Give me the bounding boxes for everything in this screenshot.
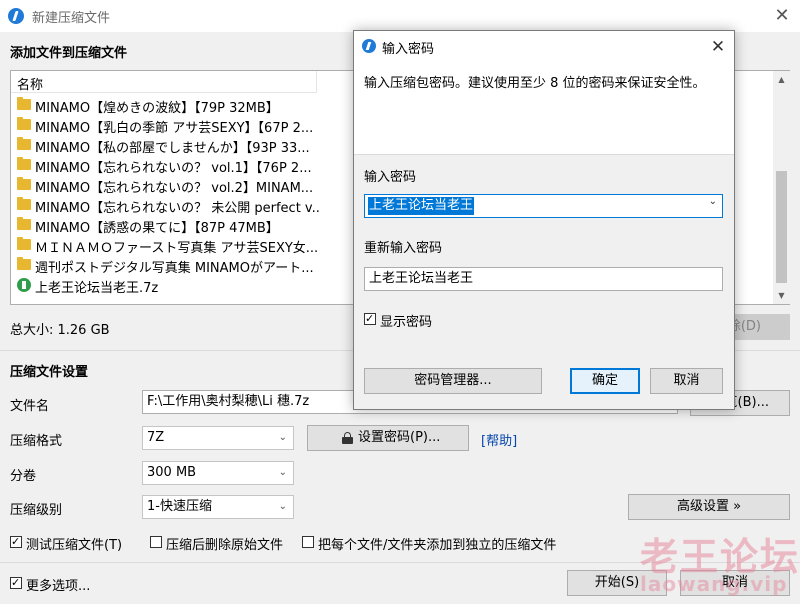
list-item[interactable]: 上老王论坛当老王.7z	[15, 275, 319, 295]
list-item[interactable]: MINAMO【忘れられないの？ 未公開 perfect v...	[15, 195, 319, 215]
ok-button[interactable]: 确定	[570, 368, 640, 394]
level-label: 压缩级别	[10, 503, 63, 518]
window-close-icon[interactable]: ✕	[770, 4, 794, 28]
password-manager-button[interactable]: 密码管理器...	[364, 368, 542, 394]
repeat-password-label: 重新输入密码	[364, 241, 443, 256]
dialog-close-icon[interactable]: ✕	[706, 35, 730, 59]
dialog-cancel-button[interactable]: 取消	[650, 368, 723, 394]
folder-icon	[17, 237, 31, 250]
list-item[interactable]: 週刊ポストデジタル写真集 MINAMOがアート...	[15, 255, 319, 275]
archive-icon	[17, 278, 31, 292]
list-item[interactable]: MINAMO【乳白の季節 アサ芸SEXY】【67P 2...	[15, 115, 319, 135]
list-item[interactable]: MINAMO【忘れられないの？ vol.2】MINAM...	[15, 175, 319, 195]
dialog-title: 输入密码	[382, 42, 435, 57]
add-files-section-title: 添加文件到压缩文件	[10, 46, 128, 61]
title-bar: 新建压缩文件 ✕	[0, 0, 800, 32]
set-password-button[interactable]: 设置密码(P)...	[307, 425, 469, 451]
folder-icon	[17, 217, 31, 230]
column-header-name[interactable]: 名称	[11, 71, 317, 93]
repeat-password-input[interactable]: 上老王论坛当老王	[364, 267, 723, 291]
scroll-down-icon[interactable]: ▼	[773, 287, 790, 304]
split-select[interactable]: 300 MB ⌄	[142, 461, 294, 485]
watermark-url: laowang.vip	[640, 572, 788, 596]
folder-icon	[17, 137, 31, 150]
advanced-settings-button[interactable]: 高级设置 »	[628, 494, 790, 520]
format-label: 压缩格式	[10, 434, 63, 449]
password-input[interactable]: 上老王论坛当老王 ⌄	[364, 194, 723, 218]
list-item[interactable]: MINAMO【誘惑の果てに】【87P 47MB】	[15, 215, 319, 235]
list-item[interactable]: MINAMO【忘れられないの？ vol.1】【76P 2...	[15, 155, 319, 175]
folder-icon	[17, 97, 31, 110]
password-label: 输入密码	[364, 170, 417, 185]
help-link[interactable]: [帮助]	[481, 430, 517, 449]
divider	[354, 154, 734, 155]
filename-label: 文件名	[10, 399, 50, 414]
folder-icon	[17, 257, 31, 270]
chevron-down-icon: ⌄	[278, 501, 287, 512]
list-item[interactable]: MINAMO【煌めきの波紋】【79P 32MB】	[15, 95, 319, 115]
password-dialog: 输入密码 ✕ 输入压缩包密码。建议使用至少 8 位的密码来保证安全性。 输入密码…	[353, 30, 735, 410]
app-logo-icon	[8, 8, 24, 24]
lock-icon	[342, 432, 353, 444]
app-logo-icon	[362, 39, 376, 53]
folder-icon	[17, 197, 31, 210]
chevron-down-icon: ⌄	[278, 432, 287, 443]
total-size: 总大小: 1.26 GB	[10, 323, 110, 338]
level-select[interactable]: 1-快速压缩 ⌄	[142, 495, 294, 519]
dialog-description: 输入压缩包密码。建议使用至少 8 位的密码来保证安全性。	[364, 76, 706, 91]
chevron-down-icon: ⌄	[278, 467, 287, 478]
list-scrollbar[interactable]: ▲ ▼	[773, 71, 790, 304]
list-item[interactable]: MINAMO【私の部屋でしませんか】【93P 33...	[15, 135, 319, 155]
window-title: 新建压缩文件	[32, 11, 111, 26]
split-label: 分卷	[10, 469, 37, 484]
dialog-description-area: 输入压缩包密码。建议使用至少 8 位的密码来保证安全性。	[354, 62, 734, 154]
format-select[interactable]: 7Z ⌄	[142, 426, 294, 450]
scroll-thumb[interactable]	[776, 171, 787, 283]
chevron-down-icon[interactable]: ⌄	[709, 196, 717, 207]
settings-section-title: 压缩文件设置	[10, 365, 89, 380]
folder-icon	[17, 117, 31, 130]
folder-icon	[17, 177, 31, 190]
list-item[interactable]: ＭＩＮＡＭＯファースト写真集 アサ芸SEXY女...	[15, 235, 319, 255]
scroll-up-icon[interactable]: ▲	[773, 71, 790, 88]
folder-icon	[17, 157, 31, 170]
dialog-title-bar: 输入密码 ✕	[354, 31, 734, 62]
